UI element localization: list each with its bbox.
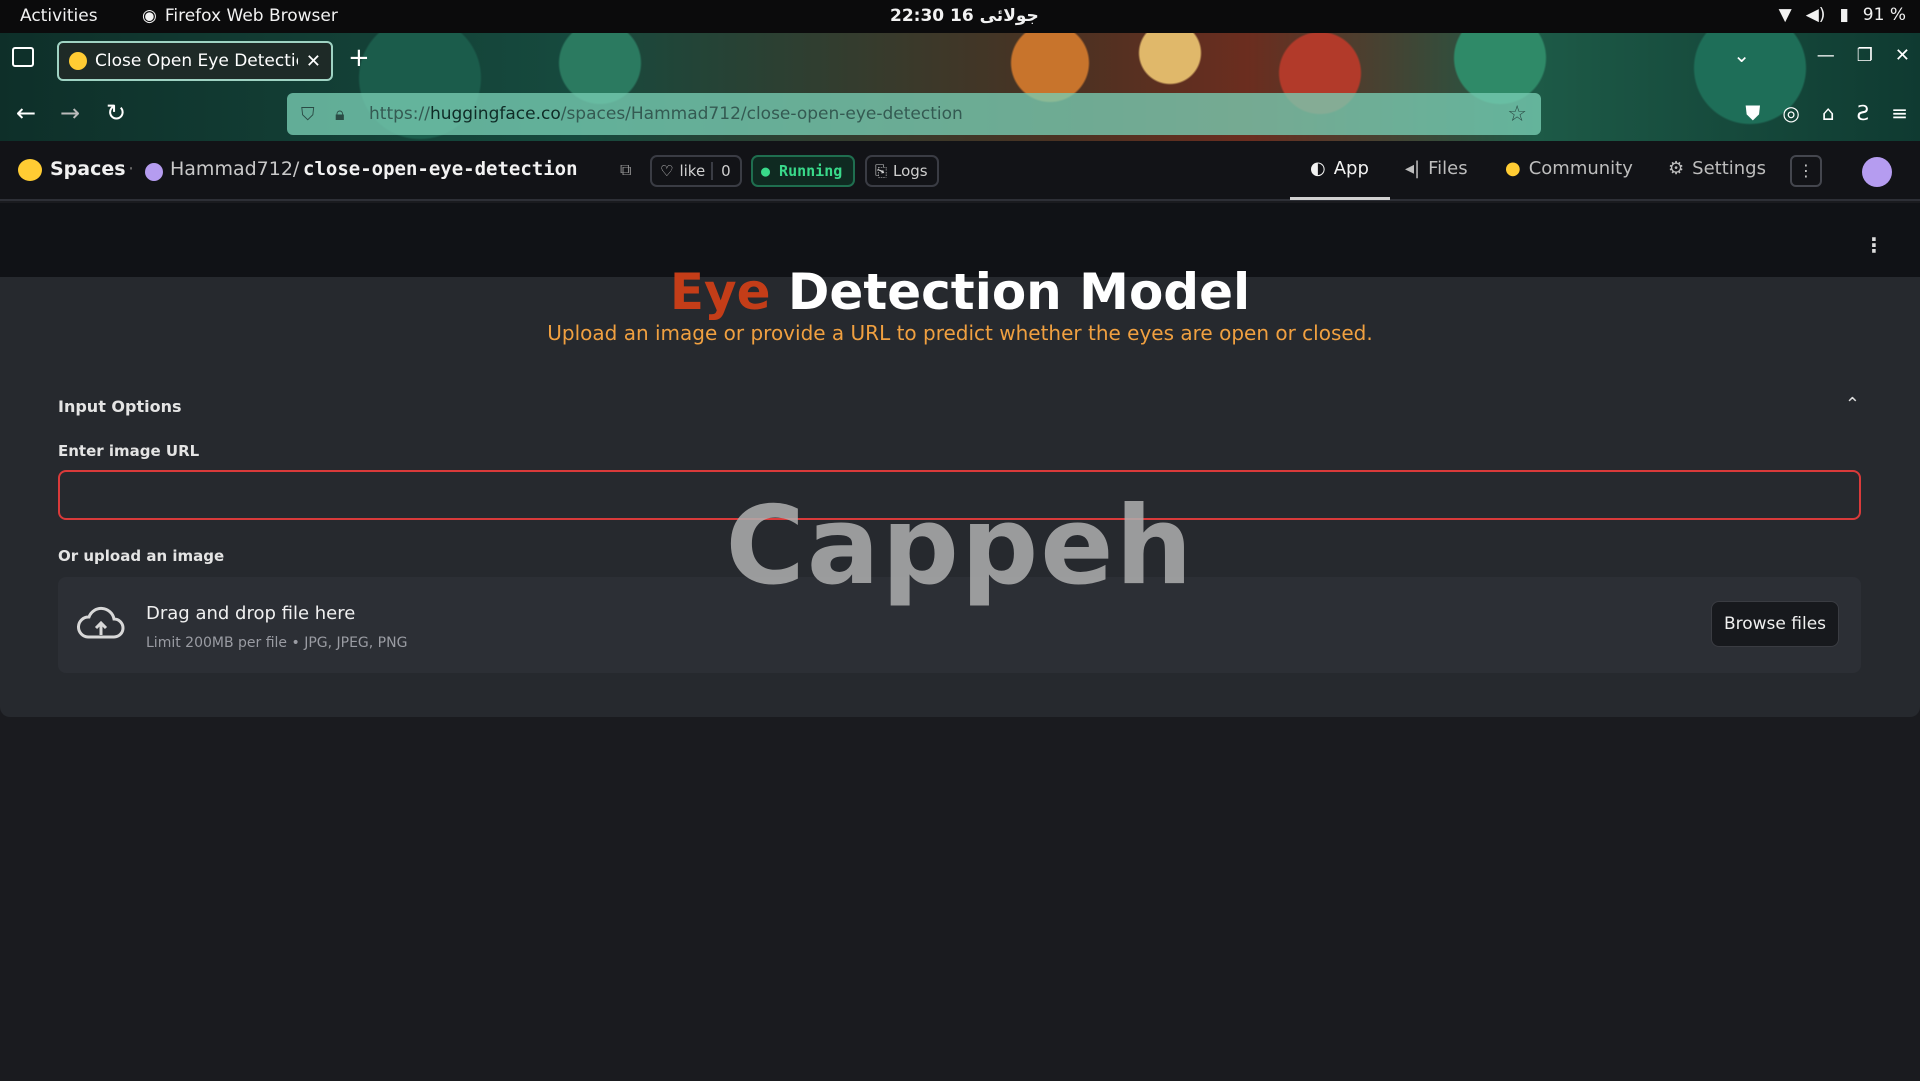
gear-icon: ⚙: [1668, 158, 1685, 179]
active-tab-indicator: [1290, 197, 1390, 200]
close-window-icon[interactable]: ✕: [1895, 45, 1910, 66]
shield-icon[interactable]: ⛉: [301, 104, 321, 125]
user-avatar[interactable]: [1862, 157, 1892, 187]
url-text: https://huggingface.co/spaces/Hammad712/…: [369, 104, 963, 124]
heart-icon: ♡: [660, 162, 674, 180]
browser-chrome: Close Open Eye Detectio ✕ + ⌄ — ❐ ✕ ← → …: [0, 33, 1920, 141]
activities-button[interactable]: Activities: [20, 6, 98, 26]
like-button[interactable]: ♡ like 0: [650, 155, 742, 187]
app-name: Firefox Web Browser: [164, 6, 338, 26]
logs-button[interactable]: ⎘ Logs: [865, 155, 939, 187]
owner-avatar[interactable]: [145, 163, 163, 181]
back-icon[interactable]: ←: [16, 99, 36, 127]
tab-close-icon[interactable]: ✕: [306, 51, 321, 72]
window-controls: — ❐ ✕: [1817, 45, 1910, 66]
forward-icon[interactable]: →: [60, 99, 80, 127]
status-badge[interactable]: ● Running: [751, 155, 855, 187]
tab-settings-label: Settings: [1692, 158, 1766, 179]
dropzone-title: Drag and drop file here: [146, 603, 356, 624]
hf-header: Spaces · Hammad712/ close-open-eye-detec…: [0, 141, 1920, 201]
system-top-bar: Activities ◉ Firefox Web Browser 22:30 1…: [0, 0, 1920, 33]
repo-link[interactable]: close-open-eye-detection: [303, 158, 578, 180]
reload-icon[interactable]: ↻: [106, 99, 126, 127]
like-label: like: [679, 162, 706, 180]
pocket-icon[interactable]: ⛊: [1745, 101, 1760, 125]
chevron-up-icon[interactable]: ⌃: [1845, 394, 1860, 415]
browser-toolbar: ⛊ ◎ ⌂ Ƨ ≡: [1745, 101, 1908, 125]
logs-icon: ⎘: [875, 162, 888, 180]
wifi-icon: ▼: [1778, 5, 1792, 25]
copy-icon[interactable]: ⧉: [620, 160, 631, 180]
lock-icon[interactable]: 🔒︎: [335, 104, 355, 125]
title-accent: Eye: [669, 263, 771, 321]
image-url-input[interactable]: [58, 470, 1861, 520]
account-icon[interactable]: ◎: [1782, 101, 1799, 125]
firefox-icon: ◉: [142, 6, 157, 26]
url-field-label: Enter image URL: [58, 442, 200, 460]
browse-files-button[interactable]: Browse files: [1711, 601, 1839, 647]
upload-label: Or upload an image: [58, 547, 225, 565]
files-icon: ◂|: [1405, 158, 1421, 179]
bookmark-star-icon[interactable]: ☆: [1507, 102, 1527, 127]
more-options-icon[interactable]: ⋮: [1790, 155, 1822, 187]
tab-files[interactable]: ◂| Files: [1405, 158, 1468, 179]
sync-icon[interactable]: Ƨ: [1857, 101, 1870, 125]
nav-bar: ← → ↻ ⛉ 🔒︎ https://huggingface.co/spaces…: [0, 87, 1920, 141]
title-rest: Detection Model: [770, 263, 1251, 321]
battery-icon: ▮: [1839, 5, 1849, 25]
menu-icon[interactable]: ≡: [1891, 101, 1908, 125]
tab-files-label: Files: [1428, 158, 1468, 179]
app-main: Eye Detection Model Upload an image or p…: [0, 263, 1920, 717]
clock[interactable]: 22:30 16 جولائی: [890, 6, 1039, 26]
cloud-upload-icon: [77, 606, 125, 639]
tab-active[interactable]: Close Open Eye Detectio ✕: [57, 41, 333, 81]
owner-link[interactable]: Hammad712/: [170, 158, 299, 180]
page-title: Eye Detection Model: [0, 263, 1920, 321]
tab-community-label: Community: [1528, 158, 1633, 179]
volume-icon: ◀): [1805, 5, 1826, 25]
extensions-icon[interactable]: ⌂: [1822, 101, 1835, 125]
input-options-expander[interactable]: Input Options: [58, 397, 182, 416]
tab-app-label: App: [1333, 158, 1369, 179]
like-count: 0: [711, 162, 731, 180]
separator: ·: [128, 158, 135, 180]
tab-title: Close Open Eye Detectio: [95, 51, 298, 71]
app-menu[interactable]: ◉ Firefox Web Browser: [142, 6, 338, 26]
tab-app[interactable]: ◐ App: [1310, 158, 1369, 179]
status-text: ● Running: [761, 162, 843, 180]
kebab-menu-icon[interactable]: ⋮: [1864, 233, 1884, 257]
dropzone-hint: Limit 200MB per file • JPG, JPEG, PNG: [146, 635, 408, 651]
tab-strip: Close Open Eye Detectio ✕ + ⌄ — ❐ ✕: [0, 33, 1920, 87]
battery-level: 91 %: [1862, 5, 1906, 25]
tab-community[interactable]: ● Community: [1505, 158, 1633, 179]
hf-logo-icon[interactable]: [18, 159, 42, 181]
tab-overview-icon[interactable]: [12, 47, 34, 67]
url-bar[interactable]: ⛉ 🔒︎ https://huggingface.co/spaces/Hamma…: [287, 93, 1541, 135]
new-tab-icon[interactable]: +: [348, 43, 370, 73]
community-icon: ●: [1505, 158, 1521, 179]
list-tabs-icon[interactable]: ⌄: [1733, 43, 1750, 67]
tab-settings[interactable]: ⚙ Settings: [1668, 158, 1766, 179]
spaces-link[interactable]: Spaces: [50, 158, 126, 180]
status-area[interactable]: ▼ ◀) ▮ 91 %: [1779, 5, 1906, 25]
page-subtitle: Upload an image or provide a URL to pred…: [547, 321, 1373, 345]
app-icon: ◐: [1310, 158, 1326, 179]
hf-favicon-icon: [69, 52, 87, 70]
maximize-icon[interactable]: ❐: [1857, 45, 1873, 66]
logs-label: Logs: [893, 162, 928, 180]
file-dropzone[interactable]: Drag and drop file here Limit 200MB per …: [58, 577, 1861, 673]
minimize-icon[interactable]: —: [1817, 45, 1835, 66]
